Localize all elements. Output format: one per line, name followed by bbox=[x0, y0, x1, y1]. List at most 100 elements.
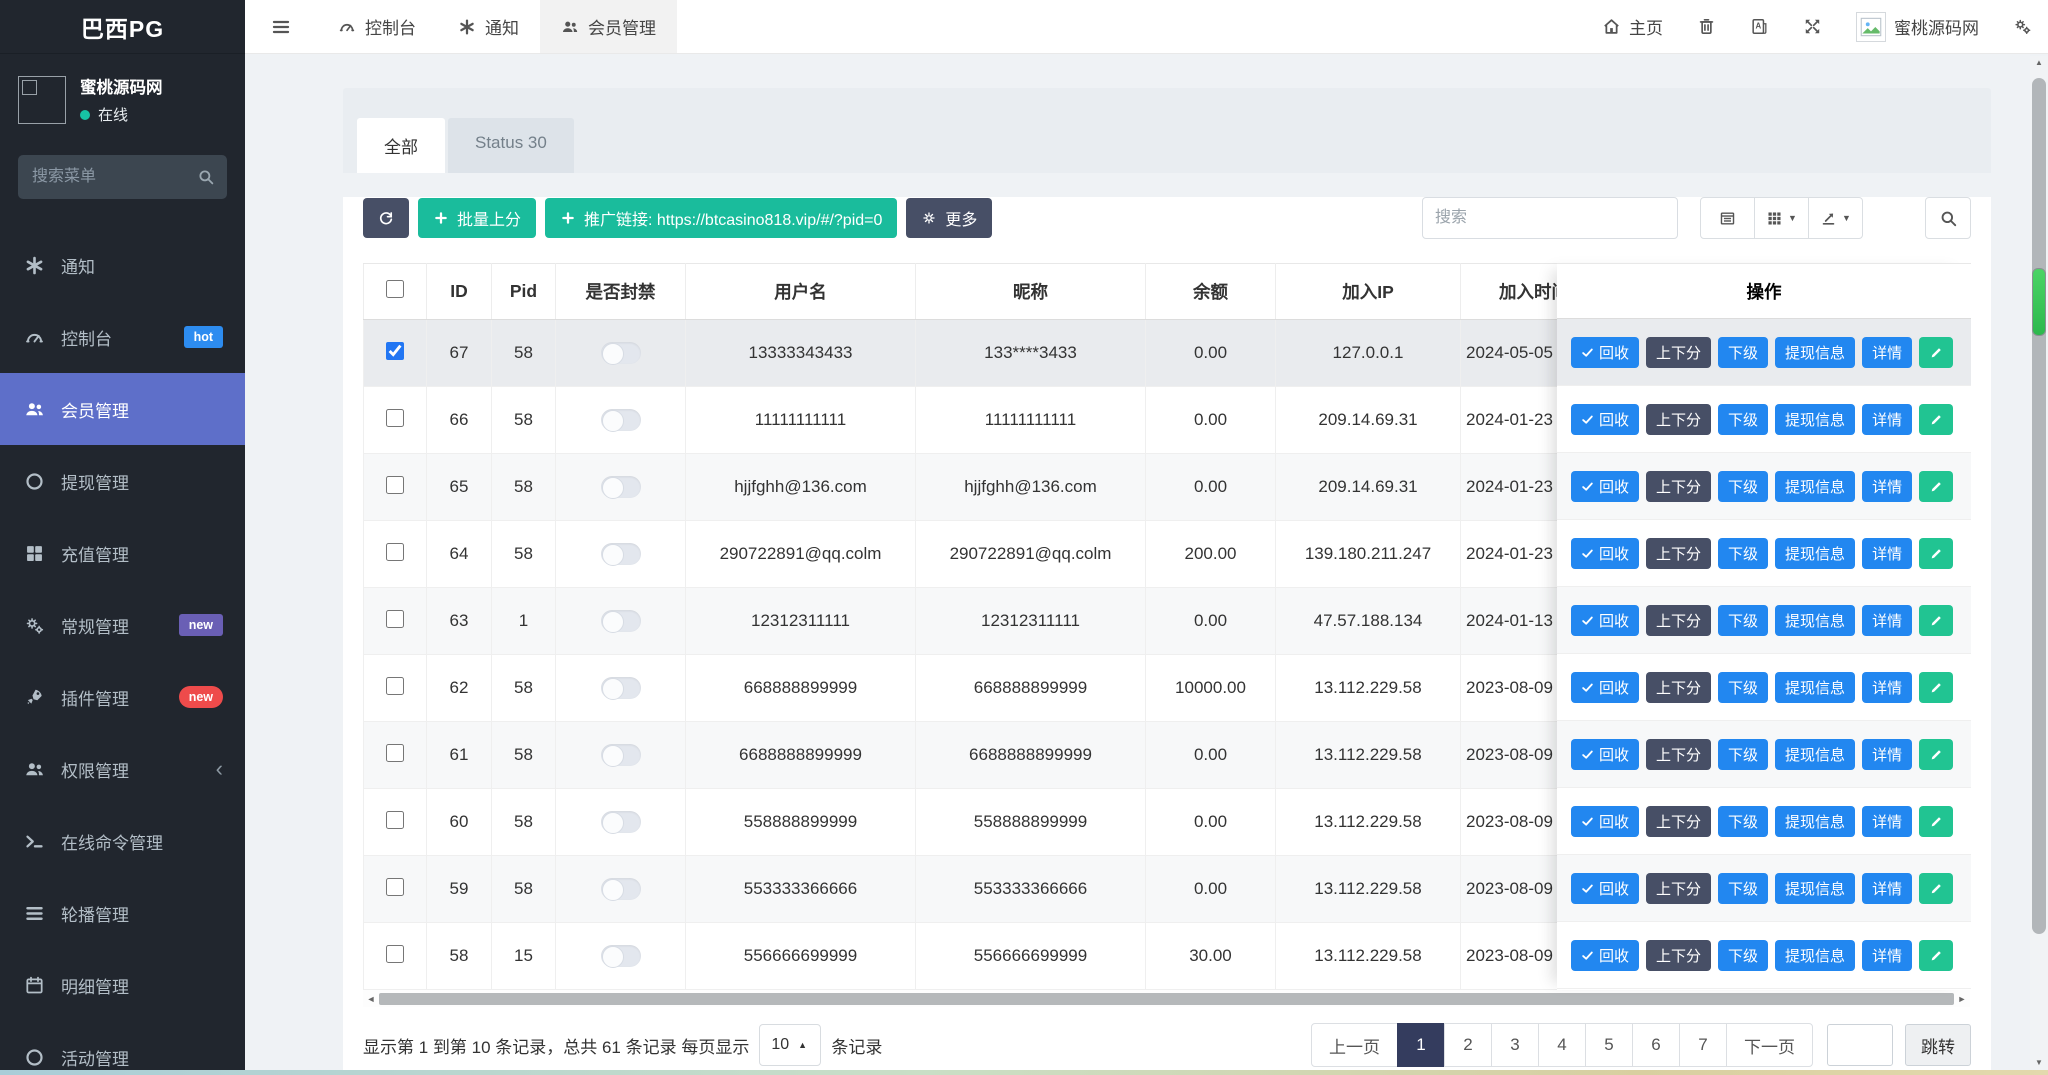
row-checkbox[interactable] bbox=[386, 677, 404, 695]
action-updown-score-button[interactable]: 上下分 bbox=[1646, 739, 1711, 770]
tab-status-30[interactable]: Status 30 bbox=[448, 118, 574, 173]
ban-toggle[interactable] bbox=[601, 945, 641, 967]
page-size-dropdown[interactable]: 10 ▲ bbox=[759, 1024, 821, 1066]
action-lower-level-button[interactable]: 下级 bbox=[1718, 739, 1768, 770]
page-button-5[interactable]: 5 bbox=[1585, 1023, 1633, 1067]
row-checkbox[interactable] bbox=[386, 945, 404, 963]
page-button-4[interactable]: 4 bbox=[1538, 1023, 1586, 1067]
fullscreen-button[interactable] bbox=[1786, 0, 1839, 53]
navbar-tab-notice[interactable]: 通知 bbox=[437, 0, 540, 53]
translate-button[interactable]: A bbox=[1733, 0, 1786, 53]
tab-all[interactable]: 全部 bbox=[357, 118, 445, 173]
prev-page-button[interactable]: 上一页 bbox=[1311, 1023, 1398, 1067]
action-edit-button[interactable] bbox=[1919, 471, 1953, 502]
sidebar-item-permissions[interactable]: 权限管理‹ bbox=[0, 733, 245, 805]
ban-toggle[interactable] bbox=[601, 610, 641, 632]
jump-button[interactable]: 跳转 bbox=[1905, 1024, 1971, 1066]
table-search-input[interactable] bbox=[1422, 197, 1678, 239]
action-lower-level-button[interactable]: 下级 bbox=[1718, 404, 1768, 435]
row-checkbox[interactable] bbox=[386, 342, 404, 360]
sidebar-item-notice[interactable]: 通知 bbox=[0, 229, 245, 301]
action-recycle-button[interactable]: 回收 bbox=[1571, 806, 1639, 837]
action-detail-button[interactable]: 详情 bbox=[1862, 739, 1912, 770]
row-checkbox[interactable] bbox=[386, 878, 404, 896]
sidebar-item-plugins[interactable]: 插件管理new bbox=[0, 661, 245, 733]
horizontal-scrollbar[interactable]: ◄ ► bbox=[363, 990, 1970, 1007]
action-updown-score-button[interactable]: 上下分 bbox=[1646, 806, 1711, 837]
horizontal-scrollbar-thumb[interactable] bbox=[379, 993, 1954, 1005]
action-edit-button[interactable] bbox=[1919, 940, 1953, 971]
action-withdraw-info-button[interactable]: 提现信息 bbox=[1775, 538, 1855, 569]
ban-toggle[interactable] bbox=[601, 878, 641, 900]
page-button-3[interactable]: 3 bbox=[1491, 1023, 1539, 1067]
vertical-scrollbar-thumb[interactable] bbox=[2032, 78, 2046, 934]
next-page-button[interactable]: 下一页 bbox=[1726, 1023, 1813, 1067]
action-withdraw-info-button[interactable]: 提现信息 bbox=[1775, 739, 1855, 770]
user-menu[interactable]: 蜜桃源码网 bbox=[1839, 0, 1996, 53]
bulk-add-score-button[interactable]: 批量上分 bbox=[418, 198, 536, 238]
action-edit-button[interactable] bbox=[1919, 672, 1953, 703]
navbar-tab-console[interactable]: 控制台 bbox=[317, 0, 437, 53]
ban-toggle[interactable] bbox=[601, 476, 641, 498]
action-withdraw-info-button[interactable]: 提现信息 bbox=[1775, 672, 1855, 703]
col-banned[interactable]: 是否封禁 bbox=[556, 264, 686, 320]
action-edit-button[interactable] bbox=[1919, 337, 1953, 368]
row-checkbox[interactable] bbox=[386, 409, 404, 427]
action-withdraw-info-button[interactable]: 提现信息 bbox=[1775, 471, 1855, 502]
page-button-2[interactable]: 2 bbox=[1444, 1023, 1492, 1067]
action-updown-score-button[interactable]: 上下分 bbox=[1646, 471, 1711, 502]
row-checkbox[interactable] bbox=[386, 610, 404, 628]
row-checkbox[interactable] bbox=[386, 543, 404, 561]
action-detail-button[interactable]: 详情 bbox=[1862, 337, 1912, 368]
ban-toggle[interactable] bbox=[601, 342, 641, 364]
sidebar-item-console[interactable]: 控制台hot bbox=[0, 301, 245, 373]
ban-toggle[interactable] bbox=[601, 543, 641, 565]
action-detail-button[interactable]: 详情 bbox=[1862, 672, 1912, 703]
sidebar-search-input[interactable] bbox=[18, 155, 227, 199]
scroll-up-icon[interactable]: ▲ bbox=[2030, 56, 2048, 70]
scroll-down-icon[interactable]: ▼ bbox=[2030, 1056, 2048, 1070]
jump-page-input[interactable] bbox=[1827, 1024, 1893, 1066]
page-button-7[interactable]: 7 bbox=[1679, 1023, 1727, 1067]
action-withdraw-info-button[interactable]: 提现信息 bbox=[1775, 404, 1855, 435]
action-withdraw-info-button[interactable]: 提现信息 bbox=[1775, 337, 1855, 368]
refresh-button[interactable] bbox=[363, 198, 409, 238]
detail-view-button[interactable] bbox=[1700, 197, 1755, 239]
col-balance[interactable]: 余额 bbox=[1146, 264, 1276, 320]
action-updown-score-button[interactable]: 上下分 bbox=[1646, 605, 1711, 636]
action-lower-level-button[interactable]: 下级 bbox=[1718, 605, 1768, 636]
sidebar-item-carousel[interactable]: 轮播管理 bbox=[0, 877, 245, 949]
action-updown-score-button[interactable]: 上下分 bbox=[1646, 873, 1711, 904]
action-detail-button[interactable]: 详情 bbox=[1862, 471, 1912, 502]
action-detail-button[interactable]: 详情 bbox=[1862, 404, 1912, 435]
scroll-right-icon[interactable]: ► bbox=[1954, 994, 1970, 1004]
col-pid[interactable]: Pid bbox=[492, 264, 556, 320]
navbar-tab-members[interactable]: 会员管理 bbox=[540, 0, 677, 53]
action-recycle-button[interactable]: 回收 bbox=[1571, 337, 1639, 368]
action-recycle-button[interactable]: 回收 bbox=[1571, 739, 1639, 770]
promo-link-button[interactable]: 推广链接: https://btcasino818.vip/#/?pid=0 bbox=[545, 198, 897, 238]
vertical-scrollbar[interactable]: ▲ ▼ bbox=[2030, 56, 2048, 1070]
action-detail-button[interactable]: 详情 bbox=[1862, 538, 1912, 569]
home-link[interactable]: 主页 bbox=[1585, 0, 1680, 53]
action-lower-level-button[interactable]: 下级 bbox=[1718, 873, 1768, 904]
row-checkbox[interactable] bbox=[386, 744, 404, 762]
settings-button[interactable] bbox=[1996, 0, 2048, 53]
col-nickname[interactable]: 昵称 bbox=[916, 264, 1146, 320]
action-withdraw-info-button[interactable]: 提现信息 bbox=[1775, 873, 1855, 904]
ban-toggle[interactable] bbox=[601, 811, 641, 833]
sidebar-item-online-command[interactable]: 在线命令管理 bbox=[0, 805, 245, 877]
action-edit-button[interactable] bbox=[1919, 806, 1953, 837]
action-detail-button[interactable]: 详情 bbox=[1862, 605, 1912, 636]
action-withdraw-info-button[interactable]: 提现信息 bbox=[1775, 940, 1855, 971]
action-updown-score-button[interactable]: 上下分 bbox=[1646, 672, 1711, 703]
sidebar-item-detail[interactable]: 明细管理 bbox=[0, 949, 245, 1021]
sidebar-item-members[interactable]: 会员管理 bbox=[0, 373, 245, 445]
action-recycle-button[interactable]: 回收 bbox=[1571, 404, 1639, 435]
action-recycle-button[interactable]: 回收 bbox=[1571, 605, 1639, 636]
more-button[interactable]: 更多 bbox=[906, 198, 992, 238]
row-checkbox[interactable] bbox=[386, 476, 404, 494]
action-edit-button[interactable] bbox=[1919, 873, 1953, 904]
action-detail-button[interactable]: 详情 bbox=[1862, 806, 1912, 837]
page-button-6[interactable]: 6 bbox=[1632, 1023, 1680, 1067]
